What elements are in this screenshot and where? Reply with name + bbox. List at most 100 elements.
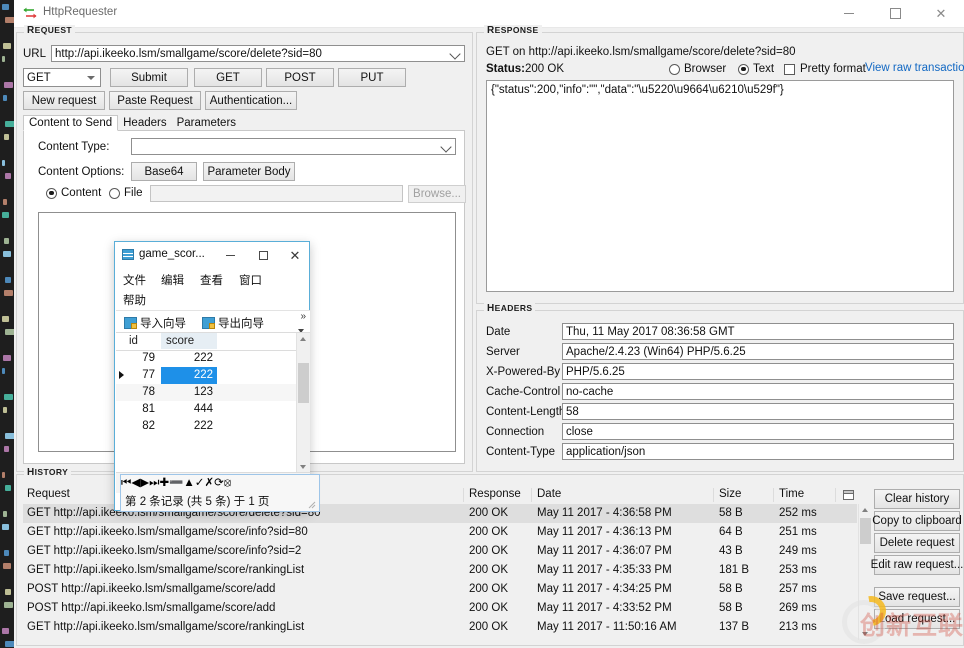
grid-row[interactable]: 82 222 [116, 418, 310, 435]
grid-row[interactable]: 79 222 [116, 350, 310, 367]
file-path-input[interactable] [150, 185, 403, 202]
child-close-button[interactable]: ✕ [280, 242, 310, 268]
column-divider[interactable] [835, 488, 836, 502]
nav-last-icon[interactable]: ⏭ [149, 477, 159, 489]
copy-to-clipboard-button[interactable]: Copy to clipboard [872, 511, 962, 531]
scroll-down-icon[interactable] [300, 465, 306, 469]
browse-button[interactable]: Browse... [408, 185, 466, 203]
text-view-radio[interactable]: Text [738, 63, 774, 75]
base64-button[interactable]: Base64 [131, 162, 197, 181]
grid-row[interactable]: 78 123 [116, 384, 310, 401]
table-row[interactable]: GET http://api.ikeeko.lsm/smallgame/scor… [23, 523, 857, 542]
paste-request-button[interactable]: Paste Request [109, 91, 201, 110]
method-select[interactable]: GET [23, 68, 101, 87]
grid-row[interactable]: 81 444 [116, 401, 310, 418]
nav-cancel-icon[interactable]: ✗ [204, 477, 214, 489]
import-wizard-button[interactable]: 导入向导 [124, 315, 186, 331]
pretty-format-checkbox[interactable]: Pretty format [784, 63, 866, 75]
load-request-button[interactable]: Load request... [874, 609, 960, 629]
data-grid[interactable]: id score 79 222 77 222 78 123 81 444 82 222 [116, 332, 310, 473]
header-value-input[interactable]: no-cache [562, 383, 954, 400]
post-button[interactable]: POST [266, 68, 334, 87]
history-scrollbar[interactable] [858, 504, 872, 640]
clear-history-button[interactable]: Clear history [874, 489, 960, 509]
get-button[interactable]: GET [194, 68, 262, 87]
tab-content-to-send[interactable]: Content to Send [23, 115, 119, 131]
url-input[interactable]: http://api.ikeeko.lsm/smallgame/score/de… [51, 45, 465, 62]
header-value-input[interactable]: Thu, 11 May 2017 08:36:58 GMT [562, 323, 954, 340]
col-request[interactable]: Request [27, 488, 70, 500]
column-divider[interactable] [531, 488, 532, 502]
response-body[interactable]: {"status":200,"info":"","data":"\u5220\u… [486, 80, 954, 292]
export-wizard-button[interactable]: 导出向导 [202, 315, 264, 331]
nav-clear-icon[interactable]: ⦻ [224, 477, 232, 489]
header-value-input[interactable]: PHP/5.6.25 [562, 363, 954, 380]
browser-view-radio[interactable]: Browser [669, 63, 726, 75]
header-value-input[interactable]: Apache/2.4.23 (Win64) PHP/5.6.25 [562, 343, 954, 360]
menu-view[interactable]: 查看 [200, 272, 223, 288]
nav-first-icon[interactable]: ⏮ [121, 477, 131, 489]
parameter-body-button[interactable]: Parameter Body [203, 162, 295, 181]
col-time[interactable]: Time [779, 488, 804, 500]
game-score-window[interactable]: game_scor... ✕ 文件 编辑 查看 窗口 帮助 导入向导 导出向导 … [114, 241, 310, 511]
col-date[interactable]: Date [537, 488, 561, 500]
column-divider[interactable] [463, 488, 464, 502]
resize-grip-icon[interactable] [308, 501, 316, 509]
submit-button[interactable]: Submit [110, 68, 188, 87]
new-request-button[interactable]: New request [23, 91, 105, 110]
scroll-up-icon[interactable] [300, 337, 306, 341]
table-row[interactable]: POST http://api.ikeeko.lsm/smallgame/sco… [23, 599, 857, 618]
history-table-body[interactable]: GET http://api.ikeeko.lsm/smallgame/scor… [23, 504, 857, 640]
column-chooser-icon[interactable] [843, 490, 854, 500]
nav-post-icon[interactable]: ✓ [195, 477, 205, 489]
child-minimize-button[interactable] [215, 242, 245, 268]
scrollbar-thumb[interactable] [860, 518, 871, 544]
scroll-up-icon[interactable] [862, 508, 868, 512]
grid-scrollbar[interactable] [296, 333, 310, 473]
grid-col-id[interactable]: id [129, 335, 138, 347]
nav-add-icon[interactable]: ✚ [159, 477, 169, 489]
edit-raw-request-button[interactable]: Edit raw request... [871, 555, 963, 575]
toolbar-overflow-button[interactable]: » [300, 312, 306, 322]
header-value-input[interactable]: application/json [562, 443, 954, 460]
table-row[interactable]: GET http://api.ikeeko.lsm/smallgame/scor… [23, 561, 857, 580]
column-divider[interactable] [713, 488, 714, 502]
nav-edit-icon[interactable]: ▲ [183, 477, 194, 489]
minimize-button[interactable] [826, 0, 872, 27]
nav-prev-icon[interactable]: ◀ [131, 477, 140, 489]
menu-file[interactable]: 文件 [123, 272, 146, 288]
grid-row[interactable]: 77 222 [116, 367, 310, 384]
menu-edit[interactable]: 编辑 [161, 272, 184, 288]
menu-window[interactable]: 窗口 [239, 272, 262, 288]
file-radio[interactable]: File [109, 187, 143, 199]
tab-headers[interactable]: Headers [118, 115, 171, 131]
table-row[interactable]: GET http://api.ikeeko.lsm/smallgame/scor… [23, 618, 857, 637]
put-button[interactable]: PUT [338, 68, 406, 87]
child-maximize-button[interactable] [248, 242, 278, 268]
delete-request-button[interactable]: Delete request [874, 533, 960, 553]
scrollbar-thumb[interactable] [298, 363, 309, 403]
nav-delete-icon[interactable]: ➖ [169, 477, 183, 489]
content-type-select[interactable] [131, 138, 456, 155]
authentication-button[interactable]: Authentication... [205, 91, 297, 110]
close-button[interactable]: ✕ [918, 0, 964, 27]
content-radio[interactable]: Content [46, 187, 101, 199]
save-request-button[interactable]: Save request... [874, 587, 960, 607]
scroll-down-icon[interactable] [862, 632, 868, 636]
col-size[interactable]: Size [719, 488, 741, 500]
maximize-button[interactable] [872, 0, 918, 27]
tab-parameters[interactable]: Parameters [172, 115, 241, 131]
grid-col-score[interactable]: score [166, 335, 194, 347]
header-value-input[interactable]: close [562, 423, 954, 440]
nav-refresh-icon[interactable]: ⟳ [214, 477, 224, 489]
column-divider[interactable] [773, 488, 774, 502]
header-value-input[interactable]: 58 [562, 403, 954, 420]
col-response[interactable]: Response [469, 488, 521, 500]
view-raw-transaction-link[interactable]: View raw transaction [865, 62, 964, 74]
table-row[interactable]: POST http://api.ikeeko.lsm/smallgame/sco… [23, 580, 857, 599]
nav-next-icon[interactable]: ▶ [140, 477, 149, 489]
menu-help[interactable]: 帮助 [123, 292, 146, 308]
record-nav-toolbar[interactable]: ⏮◀▶⏭✚➖▲✓✗⟳⦻ 第 2 条记录 (共 5 条) 于 1 页 [120, 474, 320, 512]
grid-cell-score-selected[interactable]: 222 [161, 367, 217, 384]
table-row[interactable]: GET http://api.ikeeko.lsm/smallgame/scor… [23, 542, 857, 561]
